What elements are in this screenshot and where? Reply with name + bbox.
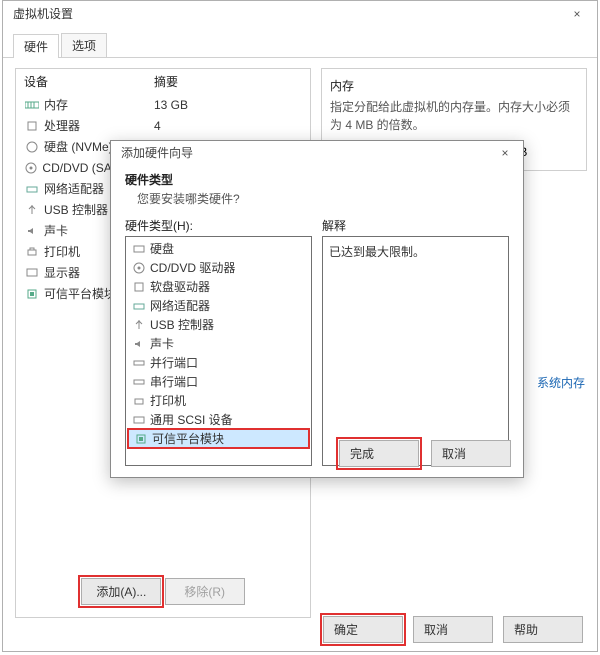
tpm-icon xyxy=(134,432,148,446)
hw-item-printer[interactable]: 打印机 xyxy=(126,391,311,410)
help-button[interactable]: 帮助 xyxy=(503,616,583,643)
col-device: 设备 xyxy=(24,73,154,90)
tab-options[interactable]: 选项 xyxy=(61,33,107,57)
display-icon xyxy=(24,266,40,280)
usb-icon xyxy=(24,203,40,217)
hw-item-label: CD/DVD 驱动器 xyxy=(150,259,235,276)
hw-item-label: 网络适配器 xyxy=(150,297,210,314)
floppy-icon xyxy=(132,280,146,294)
window-title: 虚拟机设置 xyxy=(13,1,73,27)
usb-icon xyxy=(132,318,146,332)
hw-item-floppy[interactable]: 软盘驱动器 xyxy=(126,277,311,296)
hw-item-label: 可信平台模块 xyxy=(152,430,224,447)
main-area: 设备 摘要 内存 13 GB 处理器 4 硬盘 (NVMe) 108 GB CD… xyxy=(3,58,597,78)
cd-icon xyxy=(132,261,146,275)
port-icon xyxy=(132,375,146,389)
hw-item-label: 打印机 xyxy=(150,392,186,409)
cd-icon xyxy=(24,161,38,175)
hw-item-serial[interactable]: 串行端口 xyxy=(126,372,311,391)
dialog-button-row: 确定 取消 帮助 xyxy=(3,616,597,643)
system-memory-label: 系统内存 xyxy=(537,374,585,391)
hw-item-network[interactable]: 网络适配器 xyxy=(126,296,311,315)
hw-item-usb[interactable]: USB 控制器 xyxy=(126,315,311,334)
device-name: 内存 xyxy=(44,96,154,113)
tpm-icon xyxy=(24,287,40,301)
wizard-heading: 硬件类型 xyxy=(125,171,509,188)
net-icon xyxy=(132,299,146,313)
tab-hardware[interactable]: 硬件 xyxy=(13,34,59,58)
close-icon[interactable]: × xyxy=(557,1,597,27)
printer-icon xyxy=(24,245,40,259)
explanation-column: 解释 已达到最大限制。 xyxy=(322,217,509,466)
hw-item-tpm[interactable]: 可信平台模块 xyxy=(128,429,309,448)
wizard-button-row: 完成 取消 xyxy=(339,440,511,467)
device-name: 处理器 xyxy=(44,117,154,134)
tab-bar: 硬件 选项 xyxy=(3,27,597,58)
explanation-label: 解释 xyxy=(322,217,509,234)
printer-icon xyxy=(132,394,146,408)
hw-item-label: USB 控制器 xyxy=(150,316,214,333)
hw-item-parallel[interactable]: 并行端口 xyxy=(126,353,311,372)
cpu-icon xyxy=(24,119,40,133)
memory-icon xyxy=(24,98,40,112)
hw-item-label: 并行端口 xyxy=(150,354,198,371)
wizard-titlebar: 添加硬件向导 × xyxy=(111,141,523,165)
close-icon[interactable]: × xyxy=(487,141,523,165)
hw-item-disk[interactable]: 硬盘 xyxy=(126,239,311,258)
net-icon xyxy=(24,182,40,196)
memory-section-title: 内存 xyxy=(330,77,578,94)
hw-item-cddvd[interactable]: CD/DVD 驱动器 xyxy=(126,258,311,277)
cancel-button[interactable]: 取消 xyxy=(413,616,493,643)
hardware-type-list[interactable]: 硬盘 CD/DVD 驱动器 软盘驱动器 网络适配器 USB 控制器 声卡 并行端… xyxy=(125,236,312,466)
hw-item-sound[interactable]: 声卡 xyxy=(126,334,311,353)
device-summary: 4 xyxy=(154,119,161,133)
hw-item-label: 声卡 xyxy=(150,335,174,352)
hw-item-scsi[interactable]: 通用 SCSI 设备 xyxy=(126,410,311,429)
hw-item-label: 串行端口 xyxy=(150,373,198,390)
wizard-window-title: 添加硬件向导 xyxy=(121,141,193,165)
port-icon xyxy=(132,356,146,370)
ok-button[interactable]: 确定 xyxy=(323,616,403,643)
finish-button[interactable]: 完成 xyxy=(339,440,419,467)
explanation-text: 已达到最大限制。 xyxy=(329,245,425,259)
hardware-type-column: 硬件类型(H): 硬盘 CD/DVD 驱动器 软盘驱动器 网络适配器 USB 控… xyxy=(125,217,312,466)
device-list-header: 设备 摘要 xyxy=(16,69,310,94)
scsi-icon xyxy=(132,413,146,427)
memory-description: 指定分配给此虚拟机的内存量。内存大小必须为 4 MB 的倍数。 xyxy=(330,98,578,134)
wizard-header: 硬件类型 您要安装哪类硬件? xyxy=(111,165,523,217)
device-summary: 13 GB xyxy=(154,98,188,112)
wizard-cancel-button[interactable]: 取消 xyxy=(431,440,511,467)
disk-icon xyxy=(132,242,146,256)
sound-icon xyxy=(24,224,40,238)
add-hardware-wizard: 添加硬件向导 × 硬件类型 您要安装哪类硬件? 硬件类型(H): 硬盘 CD/D… xyxy=(110,140,524,478)
disk-icon xyxy=(24,140,40,154)
remove-device-button: 移除(R) xyxy=(165,578,245,605)
hw-item-label: 软盘驱动器 xyxy=(150,278,210,295)
explanation-box: 已达到最大限制。 xyxy=(322,236,509,466)
hw-item-label: 硬盘 xyxy=(150,240,174,257)
wizard-subheading: 您要安装哪类硬件? xyxy=(125,190,509,207)
device-row[interactable]: 内存 13 GB xyxy=(16,94,310,115)
wizard-body: 硬件类型(H): 硬盘 CD/DVD 驱动器 软盘驱动器 网络适配器 USB 控… xyxy=(111,217,523,466)
sound-icon xyxy=(132,337,146,351)
col-summary: 摘要 xyxy=(154,73,178,90)
device-row[interactable]: 处理器 4 xyxy=(16,115,310,136)
titlebar: 虚拟机设置 × xyxy=(3,1,597,27)
add-device-button[interactable]: 添加(A)... xyxy=(81,578,161,605)
hw-item-label: 通用 SCSI 设备 xyxy=(150,411,233,428)
hardware-list-label: 硬件类型(H): xyxy=(125,217,312,234)
device-list-buttons: 添加(A)... 移除(R) xyxy=(16,578,310,605)
